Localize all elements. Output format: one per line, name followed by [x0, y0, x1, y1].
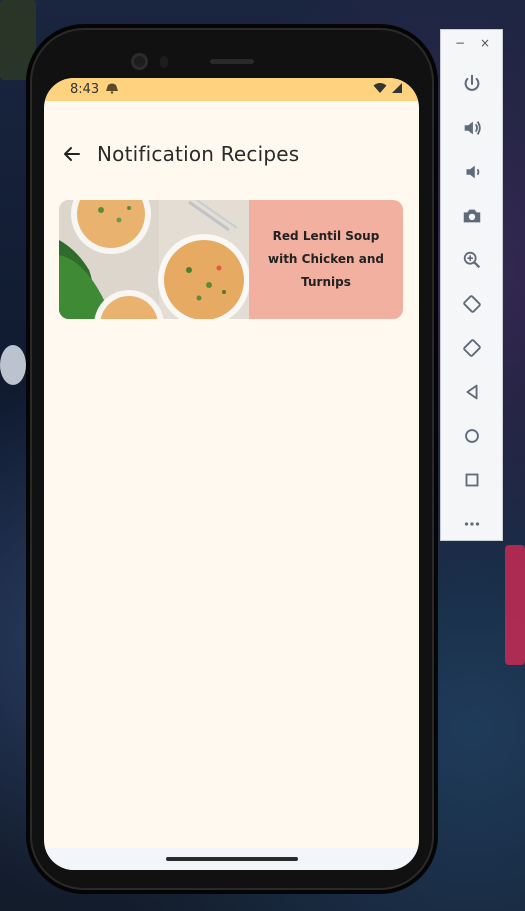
recipe-image — [59, 200, 249, 319]
back-button[interactable] — [58, 140, 86, 168]
rotate-left-icon — [462, 295, 481, 313]
app-bar: Notification Recipes — [44, 130, 419, 178]
front-camera — [131, 53, 148, 70]
volume-up-button[interactable] — [456, 112, 488, 144]
rotate-right-button[interactable] — [456, 332, 488, 364]
recipe-card[interactable]: Red Lentil Soup with Chicken and Turnips — [59, 200, 403, 319]
rotate-right-icon — [462, 339, 481, 357]
volume-up-icon — [464, 121, 481, 135]
power-icon — [464, 74, 479, 91]
home-icon — [464, 429, 479, 443]
rotate-left-button[interactable] — [456, 288, 488, 320]
device-screen: 8:43 Notification Recipes Red Lentil Sou… — [44, 78, 419, 870]
home-gesture-pill[interactable] — [165, 857, 298, 861]
more-icon — [464, 522, 479, 526]
recipe-title: Red Lentil Soup with Chicken and Turnips — [268, 229, 384, 289]
overview-nav-button[interactable] — [456, 464, 488, 496]
wallpaper-light — [0, 345, 26, 385]
signal-icon — [391, 82, 403, 98]
back-icon — [466, 384, 477, 400]
navigation-bar — [44, 848, 419, 870]
status-time: 8:43 — [70, 82, 100, 97]
wifi-icon — [373, 82, 387, 98]
zoom-button[interactable] — [456, 244, 488, 276]
notification-icon — [105, 82, 119, 98]
status-bar: 8:43 — [44, 78, 419, 101]
home-nav-button[interactable] — [456, 420, 488, 452]
overview-icon — [465, 473, 478, 487]
volume-down-icon — [466, 165, 479, 179]
close-button[interactable]: × — [480, 36, 490, 50]
zoom-icon — [463, 251, 480, 269]
emulator-control-panel: − × — [440, 29, 503, 541]
proximity-sensor — [160, 56, 168, 68]
camera-icon — [463, 209, 480, 223]
back-nav-button[interactable] — [456, 376, 488, 408]
page-title: Notification Recipes — [97, 142, 300, 166]
more-options-button[interactable] — [456, 508, 488, 540]
wallpaper-sign-right — [505, 545, 525, 665]
power-button[interactable] — [456, 68, 488, 100]
volume-down-button[interactable] — [456, 156, 488, 188]
earpiece-speaker — [210, 59, 254, 64]
screenshot-button[interactable] — [456, 200, 488, 232]
arrow-back-icon — [64, 147, 80, 161]
minimize-button[interactable]: − — [455, 36, 465, 50]
